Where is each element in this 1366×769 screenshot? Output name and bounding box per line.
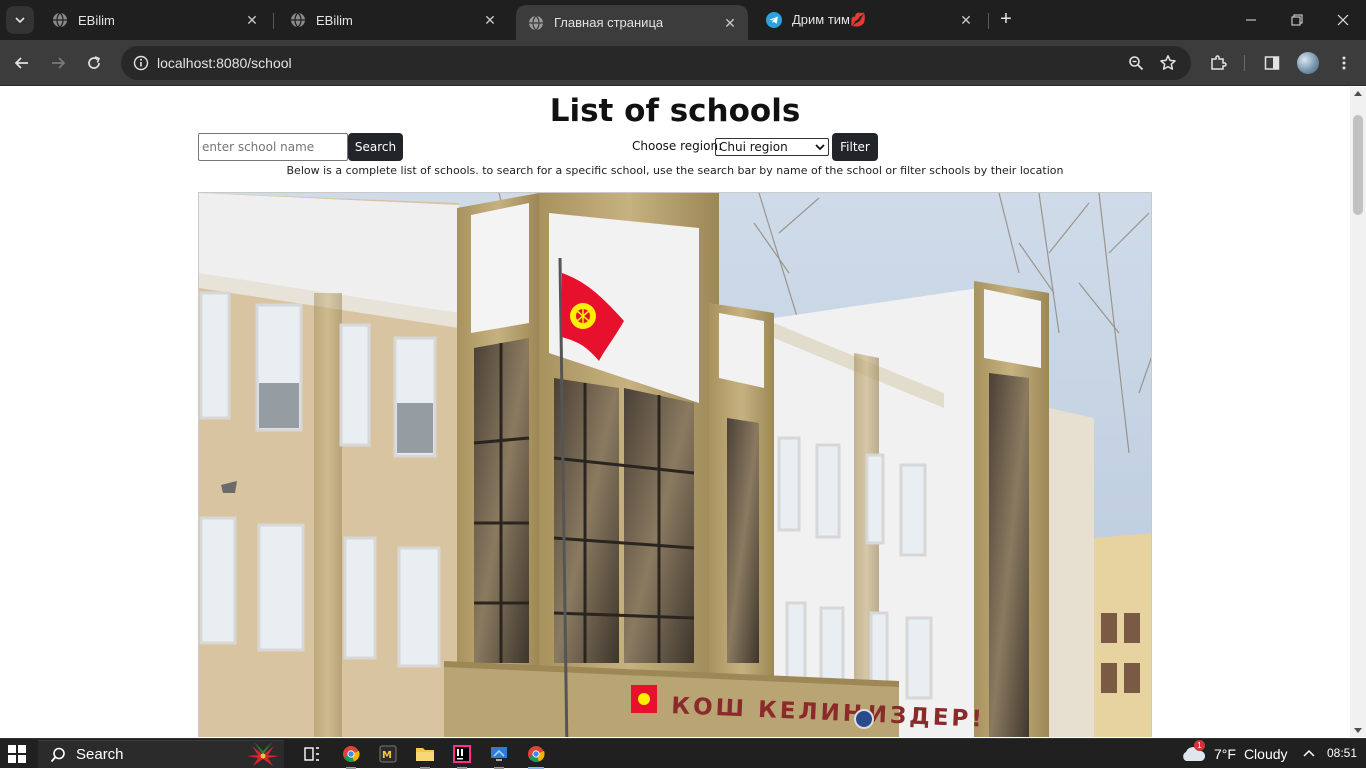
region-label: Choose region: bbox=[632, 139, 723, 153]
region-select-value: Chui region bbox=[719, 140, 788, 154]
tab-ebilim-2[interactable]: EBilim ✕ bbox=[278, 5, 508, 35]
side-panel-button[interactable] bbox=[1258, 49, 1286, 77]
school-building-image: КОШ КЕЛИҢИЗДЕР! bbox=[199, 193, 1151, 737]
tab-title: EBilim bbox=[316, 12, 353, 28]
tab-title: Главная страница bbox=[554, 15, 664, 30]
chevron-down-icon bbox=[15, 17, 25, 24]
tab-search-button[interactable] bbox=[6, 6, 34, 34]
forward-button[interactable] bbox=[44, 49, 72, 77]
page-title: List of schools bbox=[549, 93, 801, 129]
memory-app-icon[interactable]: M bbox=[376, 742, 400, 766]
globe-icon bbox=[52, 12, 68, 28]
tab-close-icon[interactable]: ✕ bbox=[958, 12, 974, 28]
zoom-icon[interactable] bbox=[1124, 51, 1148, 75]
taskbar-search-label: Search bbox=[76, 746, 124, 763]
chevron-up-icon[interactable] bbox=[1302, 746, 1316, 760]
globe-icon bbox=[290, 12, 306, 28]
svg-text:M: M bbox=[382, 750, 392, 761]
chrome-icon[interactable] bbox=[339, 742, 363, 769]
site-info-icon[interactable] bbox=[129, 51, 153, 75]
scroll-down-icon[interactable] bbox=[1354, 728, 1362, 733]
browser-menu-button[interactable] bbox=[1330, 49, 1358, 77]
chrome-active-icon[interactable] bbox=[524, 742, 548, 769]
close-window-button[interactable] bbox=[1320, 0, 1366, 40]
weather-widget[interactable]: 1 7°F Cloudy bbox=[1180, 740, 1288, 765]
cloud-icon: 1 bbox=[1180, 740, 1206, 764]
poinsettia-icon bbox=[247, 742, 279, 766]
tab-separator bbox=[988, 13, 989, 29]
close-icon bbox=[1337, 14, 1349, 26]
scroll-up-icon[interactable] bbox=[1354, 91, 1362, 96]
taskbar-search-box[interactable]: Search bbox=[38, 740, 284, 768]
arrow-right-icon bbox=[52, 57, 66, 69]
restore-button[interactable] bbox=[1274, 0, 1320, 40]
weather-temperature: 7°F bbox=[1214, 746, 1236, 762]
extensions-button[interactable] bbox=[1204, 49, 1232, 77]
browser-toolbar: localhost:8080/school bbox=[0, 40, 1366, 86]
tab-ebilim-1[interactable]: EBilim ✕ bbox=[40, 5, 270, 35]
tab-close-icon[interactable]: ✕ bbox=[244, 12, 260, 28]
reload-icon bbox=[88, 56, 101, 69]
tab-home-page[interactable]: Главная страница ✕ bbox=[516, 5, 748, 40]
taskbar-clock[interactable]: 08:51 bbox=[1327, 746, 1357, 760]
weather-alert-badge: 1 bbox=[1194, 740, 1205, 751]
tab-separator bbox=[273, 13, 274, 29]
web-page: List of schools Search Choose region: Ch… bbox=[0, 87, 1350, 737]
windows-taskbar: Search M 1 7°F Cloudy 08:51 bbox=[0, 738, 1366, 769]
telegram-icon bbox=[766, 12, 782, 28]
windows-start-icon[interactable] bbox=[8, 745, 26, 763]
tab-title: EBilim bbox=[78, 12, 115, 28]
reload-button[interactable] bbox=[80, 49, 108, 77]
filter-button[interactable]: Filter bbox=[832, 133, 878, 161]
tab-close-icon[interactable]: ✕ bbox=[722, 15, 738, 31]
scrollbar-thumb[interactable] bbox=[1353, 115, 1363, 215]
page-scrollbar[interactable] bbox=[1350, 87, 1366, 737]
minimize-button[interactable] bbox=[1228, 0, 1274, 40]
remote-desktop-icon[interactable] bbox=[487, 742, 511, 769]
back-button[interactable] bbox=[8, 49, 36, 77]
kebab-menu-icon bbox=[1342, 56, 1346, 70]
puzzle-icon bbox=[1211, 55, 1227, 70]
school-photo: КОШ КЕЛИҢИЗДЕР! bbox=[198, 192, 1152, 737]
region-select[interactable]: Chui region bbox=[715, 138, 829, 156]
tab-dream-team[interactable]: Дрим тим💋 ✕ bbox=[754, 5, 984, 35]
tab-close-icon[interactable]: ✕ bbox=[482, 12, 498, 28]
intellij-idea-icon[interactable] bbox=[450, 742, 474, 769]
browser-tab-strip: EBilim ✕ EBilim ✕ Главная страница ✕ Дри… bbox=[0, 0, 1366, 40]
new-tab-button[interactable]: + bbox=[994, 8, 1018, 32]
arrow-left-icon bbox=[14, 57, 28, 69]
toolbar-divider bbox=[1244, 55, 1245, 71]
chevron-down-icon bbox=[815, 144, 825, 151]
minimize-icon bbox=[1246, 19, 1256, 21]
page-description: Below is a complete list of schools. to … bbox=[286, 164, 1064, 177]
side-panel-icon bbox=[1264, 56, 1280, 70]
bookmark-star-icon[interactable] bbox=[1156, 51, 1180, 75]
school-search-input[interactable] bbox=[198, 133, 348, 161]
address-bar[interactable]: localhost:8080/school bbox=[121, 46, 1191, 80]
restore-icon bbox=[1291, 14, 1303, 26]
tab-title: Дрим тим💋 bbox=[792, 12, 867, 27]
file-explorer-icon[interactable] bbox=[413, 742, 437, 769]
weather-condition: Cloudy bbox=[1243, 746, 1288, 762]
url-text[interactable]: localhost:8080/school bbox=[157, 55, 292, 71]
search-button[interactable]: Search bbox=[348, 133, 403, 161]
search-icon bbox=[50, 747, 65, 763]
task-view-icon[interactable] bbox=[300, 742, 324, 766]
profile-avatar[interactable] bbox=[1297, 52, 1319, 74]
globe-icon bbox=[528, 15, 544, 31]
